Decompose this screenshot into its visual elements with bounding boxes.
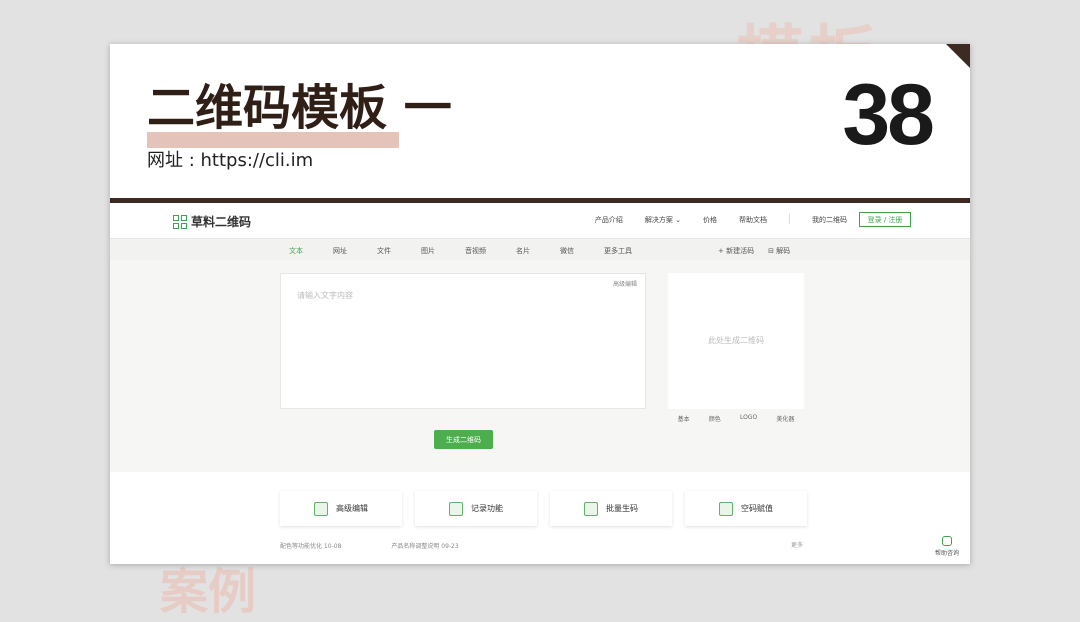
feature-label: 批量生码 [606, 504, 638, 513]
qr-option-logo[interactable]: LOGO [740, 414, 757, 423]
feature-label: 记录功能 [471, 504, 503, 513]
feature-advanced-edit[interactable]: 高级编辑 [280, 491, 402, 526]
tab-image[interactable]: 图片 [412, 239, 444, 262]
nav-item-pricing[interactable]: 价格 [703, 215, 717, 225]
title-block: 二维码模板 一 [147, 78, 452, 148]
news-list: 配色等功能优化 10-08 产品名称调整说明 09-23 [280, 541, 459, 550]
qr-logo-icon [173, 214, 187, 229]
tab-actions: + 新建活码 ⊟ 解码 [718, 246, 790, 256]
feature-batch[interactable]: 批量生码 [550, 491, 672, 526]
workspace: 高级编辑 请输入文字内容 此处生成二维码 基本 颜色 LOGO 美化器 生成二维… [110, 260, 970, 472]
help-label: 帮助咨询 [934, 550, 959, 557]
record-icon [449, 501, 463, 516]
nav-links: 产品介绍 解决方案 ⌄ 价格 帮助文档 我的二维码 [595, 214, 847, 225]
qr-options: 基本 颜色 LOGO 美化器 [668, 414, 804, 423]
help-consult-button[interactable]: 帮助咨询 [932, 536, 962, 557]
qr-option-basic[interactable]: 基本 [678, 414, 690, 423]
qr-preview: 此处生成二维码 [668, 273, 804, 409]
generate-qr-button[interactable]: 生成二维码 [434, 430, 493, 449]
news-item[interactable]: 产品名称调整说明 09-23 [391, 541, 458, 550]
slide-title: 二维码模板 一 [147, 80, 452, 136]
feature-empty-code[interactable]: 空码赋值 [685, 491, 807, 526]
feature-label: 高级编辑 [336, 504, 368, 513]
decode-button[interactable]: ⊟ 解码 [768, 246, 790, 256]
slide-card: 二维码模板 一 网址 : https://cli.im 38 草料二维码 产品介… [110, 44, 970, 564]
logo[interactable]: 草料二维码 [173, 213, 251, 230]
nav-item-products[interactable]: 产品介绍 [595, 215, 623, 225]
qr-option-color[interactable]: 颜色 [709, 414, 721, 423]
corner-decoration [946, 44, 970, 68]
qr-option-beautify[interactable]: 美化器 [776, 414, 794, 423]
feature-cards: 高级编辑 记录功能 批量生码 空码赋值 [280, 491, 807, 526]
slide-subtitle: 网址 : https://cli.im [147, 150, 314, 171]
type-tabs: 文本 网址 文件 图片 音视频 名片 微信 更多工具 [280, 239, 653, 262]
empty-code-icon [719, 501, 733, 516]
top-nav: 草料二维码 产品介绍 解决方案 ⌄ 价格 帮助文档 我的二维码 登录 / 注册 [110, 203, 970, 238]
tab-card[interactable]: 名片 [507, 239, 539, 262]
chat-icon [942, 536, 952, 546]
tab-wechat[interactable]: 微信 [551, 239, 583, 262]
new-live-code-button[interactable]: + 新建活码 [718, 246, 754, 256]
tab-url[interactable]: 网址 [324, 239, 356, 262]
nav-item-help-docs[interactable]: 帮助文档 [739, 215, 767, 225]
tab-text[interactable]: 文本 [280, 239, 312, 262]
login-button[interactable]: 登录 / 注册 [859, 212, 911, 227]
tab-more-tools[interactable]: 更多工具 [595, 239, 641, 262]
feature-record[interactable]: 记录功能 [415, 491, 537, 526]
tab-file[interactable]: 文件 [368, 239, 400, 262]
nav-item-my-qrcodes[interactable]: 我的二维码 [812, 215, 847, 225]
qr-placeholder: 此处生成二维码 [708, 336, 764, 345]
advanced-edit-icon [314, 501, 328, 516]
slide-number: 38 [842, 67, 935, 163]
tab-bar: 文本 网址 文件 图片 音视频 名片 微信 更多工具 + 新建活码 ⊟ 解码 [110, 238, 970, 262]
tab-media[interactable]: 音视频 [456, 239, 495, 262]
embedded-screenshot: 草料二维码 产品介绍 解决方案 ⌄ 价格 帮助文档 我的二维码 登录 / 注册 … [110, 203, 970, 564]
batch-icon [584, 501, 598, 516]
news-item[interactable]: 配色等功能优化 10-08 [280, 541, 341, 550]
logo-text: 草料二维码 [191, 215, 252, 229]
advanced-edit-link[interactable]: 高级编辑 [613, 279, 637, 288]
nav-item-solutions[interactable]: 解决方案 ⌄ [645, 215, 681, 225]
more-link[interactable]: 更多 [791, 540, 803, 549]
nav-separator [789, 214, 790, 224]
editor-placeholder: 请输入文字内容 [297, 291, 353, 300]
text-editor[interactable]: 高级编辑 请输入文字内容 [280, 273, 646, 409]
feature-label: 空码赋值 [741, 504, 773, 513]
